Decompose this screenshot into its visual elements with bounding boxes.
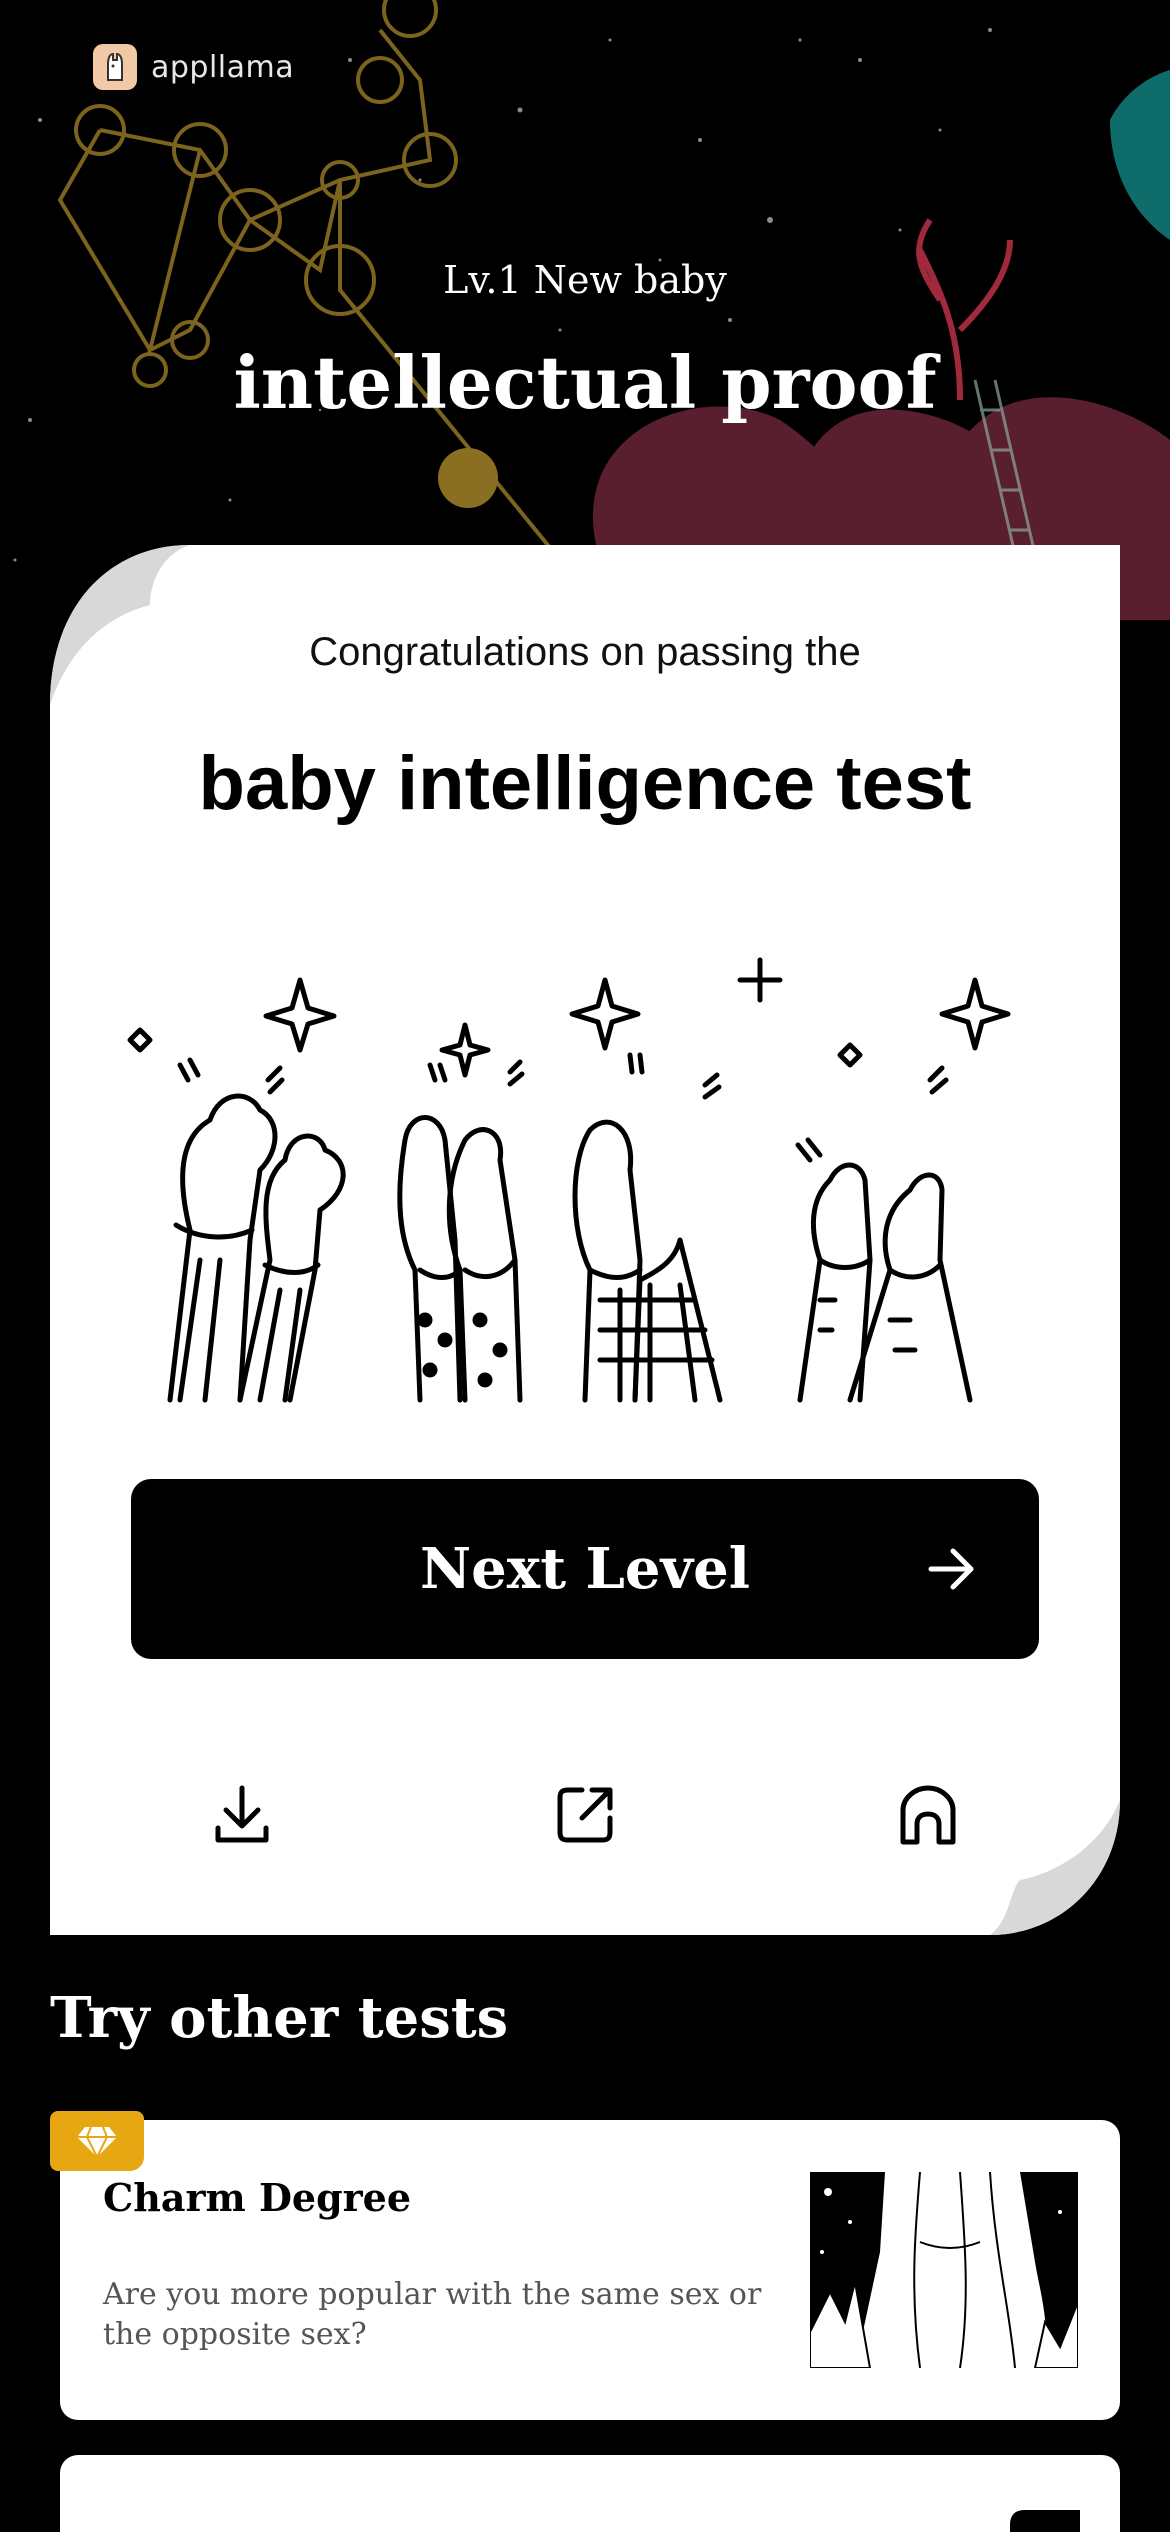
- next-level-button[interactable]: Next Level: [131, 1479, 1039, 1659]
- test-card-illustration: [810, 2172, 1078, 2368]
- app-logo[interactable]: appllama: [93, 44, 294, 90]
- action-row: [50, 1780, 1120, 1850]
- share-button[interactable]: [550, 1780, 620, 1850]
- arrow-right-icon: [928, 1548, 974, 1590]
- share-icon: [557, 1787, 613, 1843]
- clapping-hands-illustration: [127, 957, 1011, 1403]
- brand-name: appllama: [151, 49, 295, 85]
- premium-badge: [50, 2111, 144, 2171]
- diamond-icon: [77, 2126, 117, 2159]
- other-tests-heading: Try other tests: [50, 1985, 509, 2051]
- test-name-heading: baby intelligence test: [198, 741, 972, 826]
- test-card-description: Are you more popular with the same sex o…: [103, 2277, 762, 2352]
- hero-banner: appllama Lv.1 New baby intellectual proo…: [0, 0, 1170, 620]
- level-subtitle: Lv.1 New baby: [443, 258, 727, 302]
- test-card-next[interactable]: [60, 2455, 1120, 2532]
- download-button[interactable]: [207, 1780, 277, 1850]
- next-level-label: Next Level: [419, 1536, 750, 1602]
- home-button[interactable]: [893, 1780, 963, 1850]
- level-title: intellectual proof: [233, 340, 937, 425]
- download-icon: [215, 1785, 269, 1843]
- test-card-charm-degree[interactable]: Charm Degree Are you more popular with t…: [60, 2120, 1120, 2420]
- llama-icon: [93, 44, 137, 90]
- starry-background: [13, 0, 1170, 620]
- congrats-text: Congratulations on passing the: [309, 630, 861, 674]
- home-icon: [900, 1785, 956, 1845]
- test-card-title: Charm Degree: [103, 2175, 412, 2220]
- test-card-illustration: [1010, 2510, 1080, 2532]
- page-curl-top-left: [50, 545, 190, 705]
